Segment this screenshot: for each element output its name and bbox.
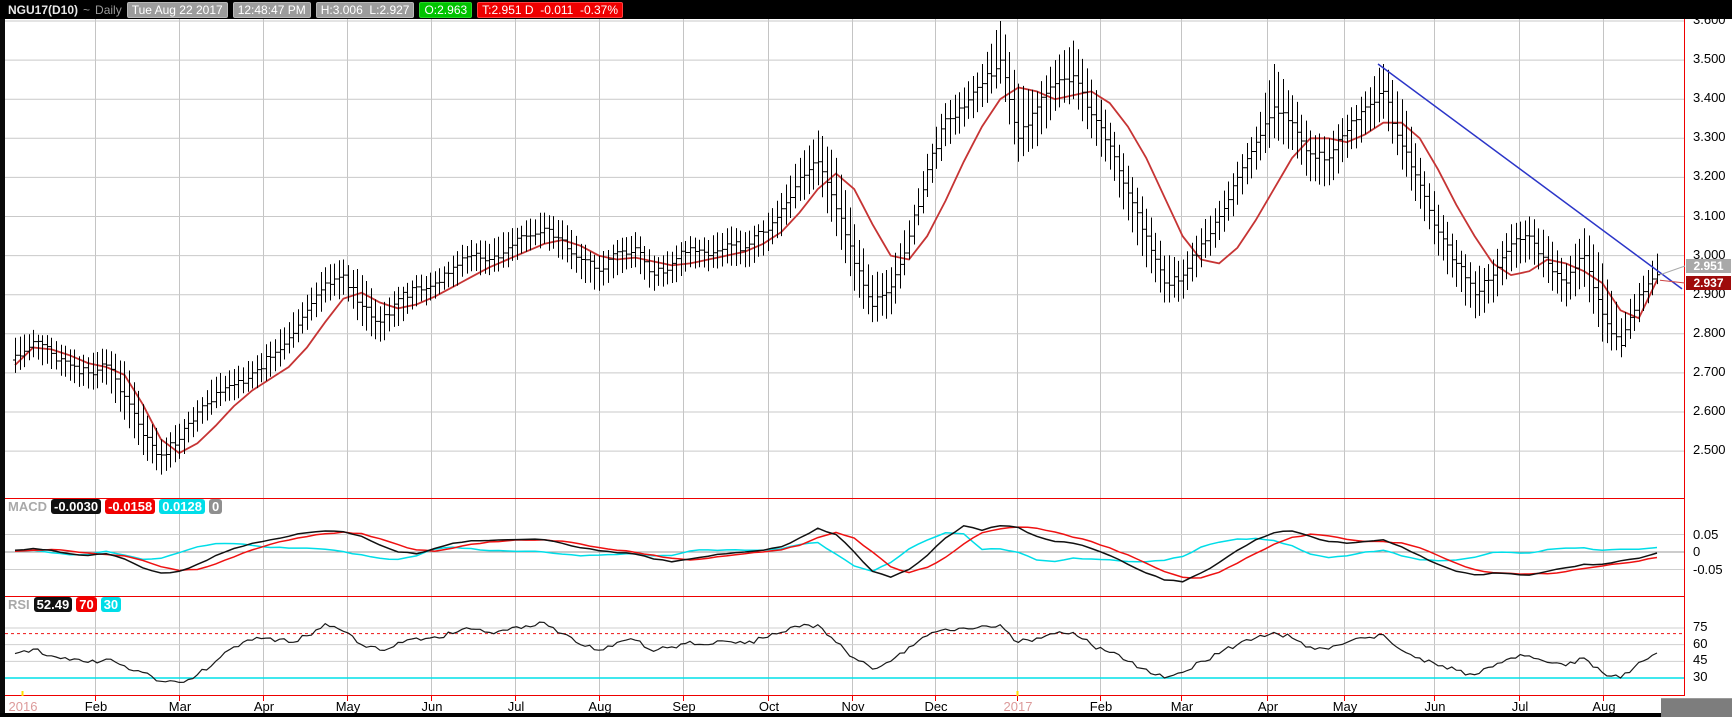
- date-axis-month-label: Feb: [1084, 700, 1118, 713]
- date-axis-month-label: Sep: [667, 700, 701, 713]
- period-label[interactable]: Daily: [95, 3, 122, 17]
- rsi-title[interactable]: RSI: [8, 597, 30, 612]
- date-axis-month-label: Nov: [836, 700, 870, 713]
- macd-value-badge: -0.0030: [51, 499, 101, 514]
- date-axis-month-label: Mar: [163, 700, 197, 713]
- time-label: 12:48:47 PM: [233, 2, 311, 18]
- date-axis-month-label: May: [331, 700, 365, 713]
- price-axis-label: 2.500: [1693, 443, 1726, 456]
- date-axis-month-label: Mar: [1165, 700, 1199, 713]
- date-axis-month-label: Aug: [583, 700, 617, 713]
- rsi-axis-label: 45: [1693, 653, 1707, 666]
- chart-window: NGU17(D10) ~ Daily Tue Aug 22 2017 12:48…: [0, 0, 1732, 717]
- bottom-window-edge: [0, 713, 1732, 717]
- rsi-overbought-badge: 70: [76, 597, 96, 612]
- macd-axis-label: 0: [1693, 545, 1700, 558]
- rsi-axis-label: 75: [1693, 620, 1707, 633]
- date-axis-year-label: 2017: [1001, 700, 1035, 713]
- resize-corner-handle[interactable]: [1661, 698, 1732, 717]
- macd-axis-label: -0.05: [1693, 563, 1723, 576]
- date-axis-month-label: May: [1328, 700, 1362, 713]
- rsi-axis-label: 30: [1693, 670, 1707, 683]
- price-axis-label: 3.200: [1693, 169, 1726, 182]
- rsi-axis-label: 60: [1693, 637, 1707, 650]
- date-axis-month-label: Dec: [919, 700, 953, 713]
- ma-price-tag: 2.937: [1686, 276, 1731, 290]
- rsi-oversold-badge: 30: [101, 597, 121, 612]
- title-bar: NGU17(D10) ~ Daily Tue Aug 22 2017 12:48…: [0, 0, 1732, 19]
- date-axis-month-label: Oct: [752, 700, 786, 713]
- left-window-edge: [0, 0, 5, 717]
- macd-histogram-badge: 0.0128: [159, 499, 205, 514]
- date-axis-month-label: Jul: [1503, 700, 1537, 713]
- high-low-label: H:3.006 L:2.927: [316, 2, 415, 18]
- price-axis-label: 2.800: [1693, 326, 1726, 339]
- separator-glyph: ~: [83, 3, 90, 17]
- date-axis-year-label: 2016: [6, 700, 40, 713]
- open-badge: O:2.963: [419, 2, 472, 18]
- date-axis-month-label: Aug: [1587, 700, 1621, 713]
- macd-label-row: MACD -0.0030 -0.0158 0.0128 0: [8, 499, 222, 514]
- date-axis-month-label: Apr: [1251, 700, 1285, 713]
- symbol-label: NGU17(D10): [8, 3, 78, 17]
- date-axis-month-label: Apr: [247, 700, 281, 713]
- macd-axis-label: 0.05: [1693, 528, 1718, 541]
- macd-signal-badge: -0.0158: [105, 499, 155, 514]
- date-axis-month-label: Feb: [79, 700, 113, 713]
- rsi-label-row: RSI 52.49 70 30: [8, 597, 121, 612]
- date-label: Tue Aug 22 2017: [127, 2, 228, 18]
- price-axis-label: 3.100: [1693, 209, 1726, 222]
- last-trade-badge: T:2.951 D -0.011 -0.37%: [477, 2, 623, 18]
- price-axis-label: 2.600: [1693, 404, 1726, 417]
- price-axis[interactable]: [1685, 8, 1732, 717]
- price-axis-label: 3.400: [1693, 91, 1726, 104]
- rsi-value-badge: 52.49: [34, 597, 73, 612]
- price-axis-label: 3.500: [1693, 52, 1726, 65]
- date-axis-month-label: Jun: [1418, 700, 1452, 713]
- price-axis-label: 3.300: [1693, 130, 1726, 143]
- date-axis-month-label: Jul: [499, 700, 533, 713]
- date-axis-month-label: Jun: [415, 700, 449, 713]
- chart-plot[interactable]: [0, 0, 1732, 717]
- last-price-tag: 2.951: [1686, 259, 1731, 273]
- macd-zero-badge: 0: [209, 499, 222, 514]
- macd-title[interactable]: MACD: [8, 499, 47, 514]
- price-axis-label: 2.700: [1693, 365, 1726, 378]
